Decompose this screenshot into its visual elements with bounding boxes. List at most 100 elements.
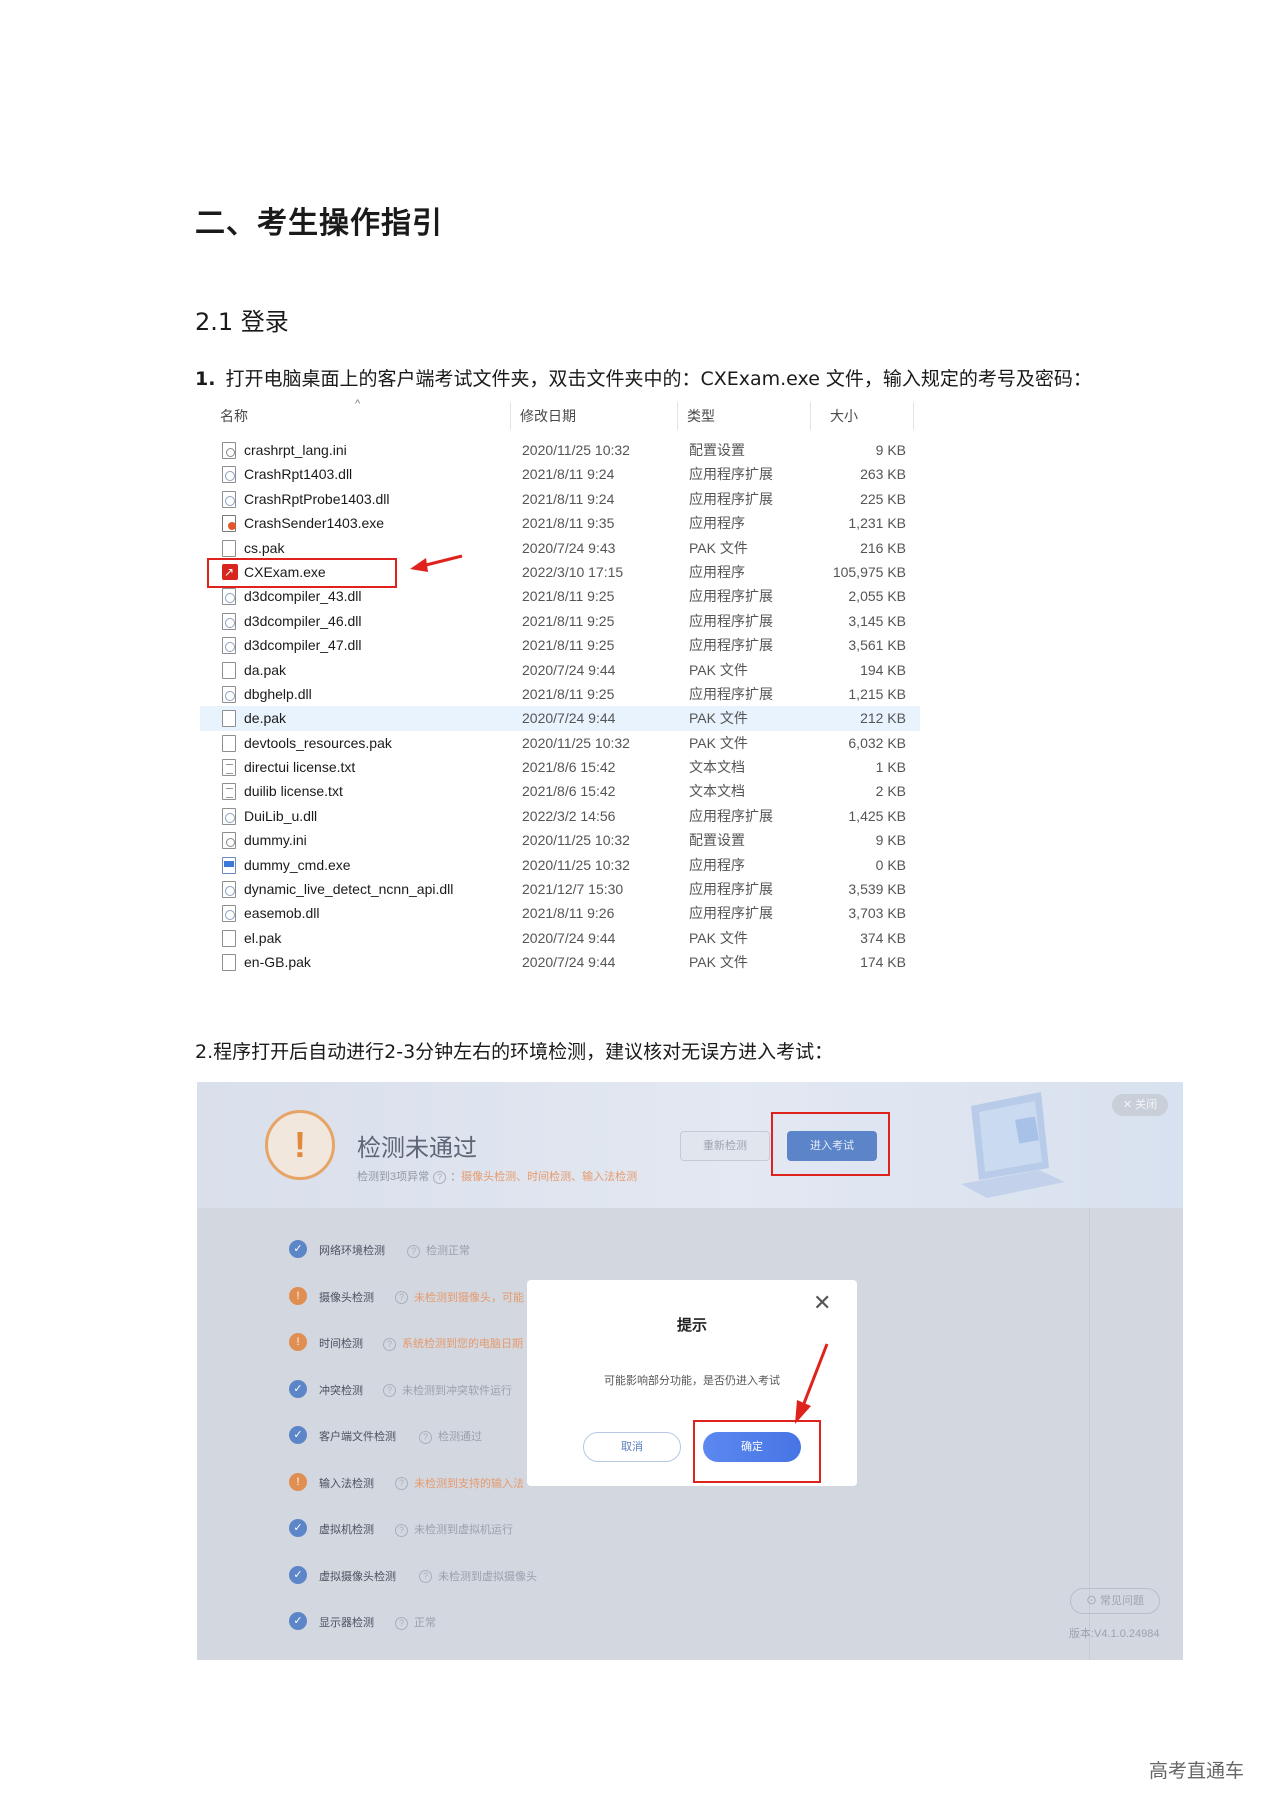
file-size: 212 KB	[860, 710, 906, 727]
warning-icon: !	[265, 1110, 335, 1180]
file-date: 2021/8/11 9:25	[522, 588, 615, 605]
step1-number: 1.	[195, 368, 216, 390]
check-item: ✓ 虚拟机检测? 未检测到虚拟机运行	[289, 1519, 709, 1566]
dll-file-icon	[222, 466, 236, 484]
file-row[interactable]: dbghelp.dll 2021/8/11 9:25 应用程序扩展 1,215 KB	[200, 682, 920, 706]
check-result: 正常	[414, 1617, 436, 1629]
file-date: 2021/8/11 9:25	[522, 685, 615, 702]
file-date: 2020/7/24 9:43	[522, 539, 616, 556]
ini-file-icon	[222, 442, 236, 459]
file-name: cs.pak	[244, 539, 285, 556]
check-label: 虚拟机检测	[319, 1524, 374, 1536]
subtitle-prefix: 检测到3项异常	[357, 1171, 430, 1183]
file-size: 9 KB	[875, 832, 906, 849]
help-icon[interactable]: ?	[419, 1570, 432, 1584]
file-name: directui license.txt	[244, 759, 356, 776]
check-result-group: ? 检测通过	[413, 1428, 482, 1444]
file-row[interactable]: el.pak 2020/7/24 9:44 PAK 文件 374 KB	[200, 926, 920, 950]
cancel-button[interactable]: 取消	[583, 1432, 681, 1462]
file-row[interactable]: dynamic_live_detect_ncnn_api.dll 2021/12/…	[200, 877, 920, 901]
file-size: 194 KB	[860, 661, 906, 678]
help-icon[interactable]: ?	[433, 1170, 447, 1184]
file-row[interactable]: CrashSender1403.exe 2021/8/11 9:35 应用程序 1,2…	[200, 511, 920, 535]
file-type: 应用程序扩展	[689, 612, 773, 629]
file-row[interactable]: devtools_resources.pak 2020/11/25 10:32 PA…	[200, 731, 920, 755]
file-row[interactable]: directui license.txt 2021/8/6 15:42 文本文档 1 …	[200, 755, 920, 779]
file-name: CrashRptProbe1403.dll	[244, 490, 390, 507]
dll-file-icon	[222, 807, 236, 825]
file-type: PAK 文件	[689, 734, 748, 751]
file-type: 配置设置	[689, 832, 745, 849]
help-icon[interactable]: ?	[383, 1384, 396, 1398]
file-size: 3,539 KB	[848, 881, 906, 898]
file-row[interactable]: duilib license.txt 2021/8/6 15:42 文本文档 2 KB	[200, 779, 920, 803]
file-row[interactable]: da.pak 2020/7/24 9:44 PAK 文件 194 KB	[200, 658, 920, 682]
file-row[interactable]: dummy.ini 2020/11/25 10:32 配置设置 9 KB	[200, 828, 920, 852]
column-name[interactable]: 名称	[200, 398, 248, 434]
file-date: 2020/7/24 9:44	[522, 710, 616, 727]
detect-subtitle: 检测到3项异常? ：摄像头检测、时间检测、输入法检测	[357, 1170, 638, 1184]
exe-file-icon	[222, 856, 236, 874]
file-row[interactable]: DuiLib_u.dll 2022/3/2 14:56 应用程序扩展 1,425 KB	[200, 804, 920, 828]
file-date: 2021/12/7 15:30	[522, 881, 624, 898]
file-row[interactable]: easemob.dll 2021/8/11 9:26 应用程序扩展 3,703 KB	[200, 901, 920, 925]
help-icon[interactable]: ?	[395, 1523, 408, 1537]
check-result: 检测通过	[438, 1431, 482, 1443]
file-row[interactable]: CrashRptProbe1403.dll 2021/8/11 9:24 应用程序扩…	[200, 487, 920, 511]
file-row[interactable]: en-GB.pak 2020/7/24 9:44 PAK 文件 174 KB	[200, 950, 920, 974]
file-name: crashrpt_lang.ini	[244, 442, 347, 458]
check-pass-icon: ✓	[289, 1240, 307, 1258]
file-size: 9 KB	[875, 442, 906, 458]
close-icon[interactable]: ✕	[813, 1290, 831, 1316]
file-date: 2020/11/25 10:32	[522, 442, 630, 458]
column-date[interactable]: 修改日期	[500, 398, 576, 434]
dll-file-icon	[222, 637, 236, 655]
recheck-button[interactable]: 重新检测	[680, 1131, 770, 1161]
column-type[interactable]: 类型	[667, 398, 715, 434]
help-icon[interactable]: ?	[395, 1616, 408, 1630]
faq-help-icon: ⊙	[1085, 1595, 1101, 1607]
file-row[interactable]: cs.pak 2020/7/24 9:43 PAK 文件 216 KB	[200, 536, 920, 560]
version-label: 版本:V4.1.0.24984	[1069, 1628, 1160, 1640]
file-name: DuiLib_u.dll	[244, 807, 318, 824]
file-date: 2021/8/11 9:35	[522, 515, 615, 532]
file-type: 应用程序	[689, 856, 745, 873]
dll-file-icon	[222, 490, 236, 508]
step1-paragraph: 1. 打开电脑桌面上的客户端考试文件夹，双击文件夹中的：CXExam.exe 文件…	[195, 364, 1092, 391]
file-row[interactable]: CrashRpt1403.dll 2021/8/11 9:24 应用程序扩展 263 …	[200, 462, 920, 486]
highlight-box-enter	[771, 1112, 890, 1176]
check-result-group: ? 未检测到支持的输入法	[389, 1475, 524, 1491]
help-icon[interactable]: ?	[407, 1244, 420, 1258]
check-item: ✓ 显示器检测? 正常	[289, 1612, 709, 1659]
file-name: d3dcompiler_47.dll	[244, 637, 362, 654]
file-row[interactable]: dummy_cmd.exe 2020/11/25 10:32 应用程序 0 KB	[200, 853, 920, 877]
dll-file-icon	[222, 612, 236, 630]
file-size: 225 KB	[860, 490, 906, 507]
file-row[interactable]: crashrpt_lang.ini 2020/11/25 10:32 配置设置 9 K…	[200, 438, 920, 462]
file-name: en-GB.pak	[244, 954, 311, 971]
close-button[interactable]: ✕ 关闭	[1112, 1094, 1168, 1116]
file-row[interactable]: d3dcompiler_46.dll 2021/8/11 9:25 应用程序扩展 3,…	[200, 609, 920, 633]
step1-text: 打开电脑桌面上的客户端考试文件夹，双击文件夹中的：CXExam.exe 文件，输…	[225, 368, 1092, 390]
check-label: 显示器检测	[319, 1617, 374, 1629]
column-separator[interactable]	[913, 402, 914, 430]
file-row[interactable]: d3dcompiler_47.dll 2021/8/11 9:25 应用程序扩展 3,…	[200, 633, 920, 657]
red-arrow-icon	[795, 1343, 829, 1424]
check-result: 未检测到摄像头，可能	[414, 1291, 524, 1304]
file-date: 2021/8/11 9:26	[522, 905, 615, 922]
file-type: 配置设置	[689, 442, 745, 458]
file-row[interactable]: d3dcompiler_43.dll 2021/8/11 9:25 应用程序扩展 2,…	[200, 584, 920, 608]
help-icon[interactable]: ?	[383, 1337, 396, 1351]
detection-window: ! 检测未通过 检测到3项异常? ：摄像头检测、时间检测、输入法检测 重新检测 进…	[197, 1082, 1183, 1660]
dll-file-icon	[222, 905, 236, 923]
file-row[interactable]: de.pak 2020/7/24 9:44 PAK 文件 212 KB	[200, 706, 920, 731]
file-type: 文本文档	[689, 759, 745, 776]
help-icon[interactable]: ?	[395, 1477, 408, 1491]
column-size[interactable]: 大小	[810, 398, 858, 434]
help-icon[interactable]: ?	[419, 1430, 432, 1444]
file-type: 应用程序扩展	[689, 588, 773, 605]
file-size: 1,231 KB	[848, 515, 906, 532]
faq-button[interactable]: ⊙ 常见问题	[1070, 1588, 1160, 1614]
file-size: 2 KB	[875, 783, 906, 800]
help-icon[interactable]: ?	[395, 1291, 408, 1305]
